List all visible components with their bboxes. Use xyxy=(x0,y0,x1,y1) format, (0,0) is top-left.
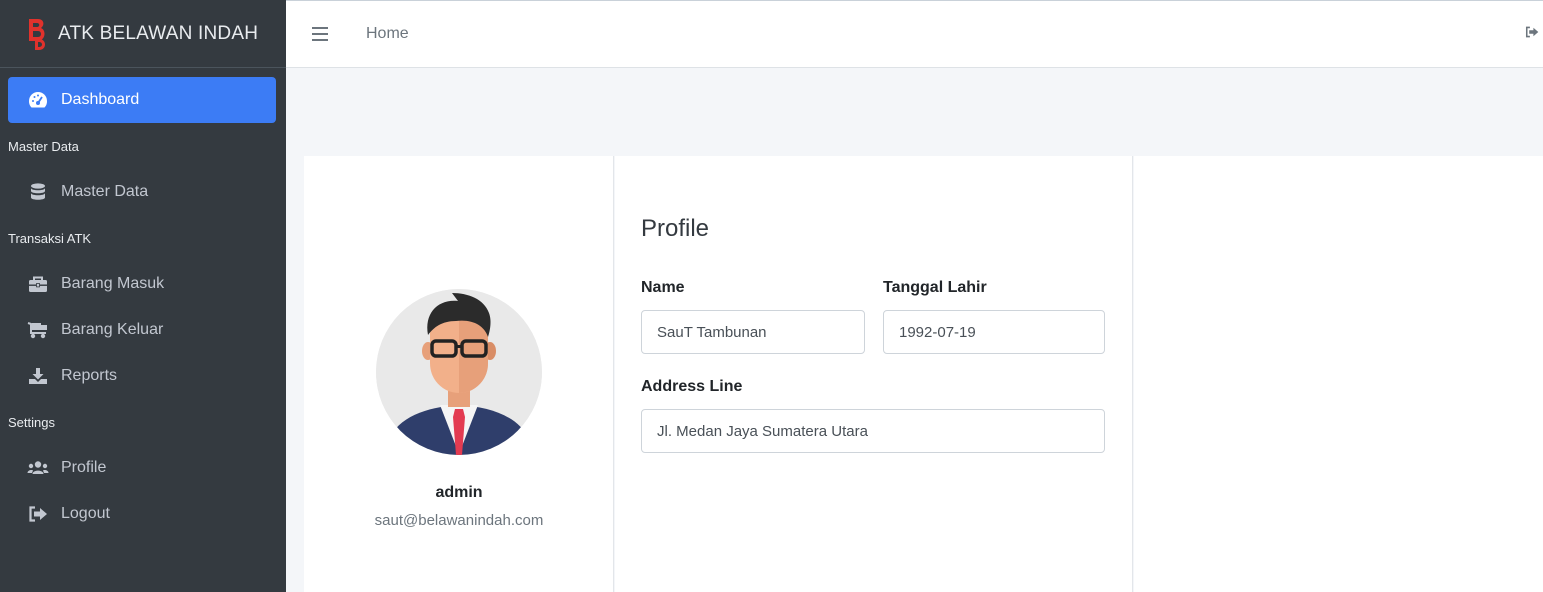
sidebar-item-master-data[interactable]: Master Data xyxy=(8,169,276,215)
sidebar-item-label: Reports xyxy=(61,367,118,384)
database-icon xyxy=(27,182,49,202)
address-field[interactable] xyxy=(641,409,1105,453)
sidebar-header-settings: Settings xyxy=(8,414,55,430)
home-link[interactable]: Home xyxy=(366,25,409,43)
tanggal-lahir-field[interactable] xyxy=(883,310,1105,354)
sidebar-item-label: Logout xyxy=(61,505,110,522)
user-email: saut@belawanindah.com xyxy=(374,512,544,529)
sidebar: ATK BELAWAN INDAH Dashboard Master Data xyxy=(0,0,286,592)
sidebar-item-barang-masuk[interactable]: Barang Masuk xyxy=(8,261,276,307)
top-navbar: Home xyxy=(286,0,1543,68)
sidebar-item-barang-keluar[interactable]: Barang Keluar xyxy=(8,307,276,353)
sidebar-item-logout[interactable]: Logout xyxy=(8,491,276,537)
sidebar-item-label: Master Data xyxy=(61,183,149,200)
sign-out-icon xyxy=(27,504,49,524)
sidebar-item-label: Barang Masuk xyxy=(61,275,165,292)
sidebar-item-label: Dashboard xyxy=(61,91,140,108)
sidebar-item-dashboard[interactable]: Dashboard xyxy=(8,77,276,123)
profile-title: Profile xyxy=(641,215,710,242)
users-icon xyxy=(27,458,49,478)
brand-name: ATK BELAWAN INDAH xyxy=(58,22,259,44)
briefcase-icon xyxy=(27,274,49,294)
brand-logo-icon xyxy=(26,17,48,51)
bars-icon[interactable] xyxy=(312,27,328,41)
sidebar-item-label: Profile xyxy=(61,459,107,476)
sidebar-item-profile[interactable]: Profile xyxy=(8,445,276,491)
brand[interactable]: ATK BELAWAN INDAH xyxy=(0,0,286,68)
download-icon xyxy=(27,366,49,386)
user-card: admin saut@belawanindah.com xyxy=(304,156,614,592)
empty-card xyxy=(1134,156,1543,592)
name-field[interactable] xyxy=(641,310,865,354)
tachometer-icon xyxy=(27,90,49,110)
sidebar-item-label: Barang Keluar xyxy=(61,321,164,338)
user-name: admin xyxy=(435,484,483,501)
name-label: Name xyxy=(641,279,685,296)
profile-card: Profile Name Tanggal Lahir Address Line xyxy=(615,156,1133,592)
sign-out-icon[interactable] xyxy=(1525,25,1539,43)
sidebar-nav: Dashboard Master Data Master Data Transa… xyxy=(0,68,286,537)
dolly-icon xyxy=(27,320,49,340)
tanggal-lahir-label: Tanggal Lahir xyxy=(883,279,987,296)
sidebar-item-reports[interactable]: Reports xyxy=(8,353,276,399)
address-label: Address Line xyxy=(641,378,743,395)
avatar xyxy=(376,289,542,455)
sidebar-header-transaksi: Transaksi ATK xyxy=(8,230,92,246)
sidebar-header-master-data: Master Data xyxy=(8,138,79,154)
